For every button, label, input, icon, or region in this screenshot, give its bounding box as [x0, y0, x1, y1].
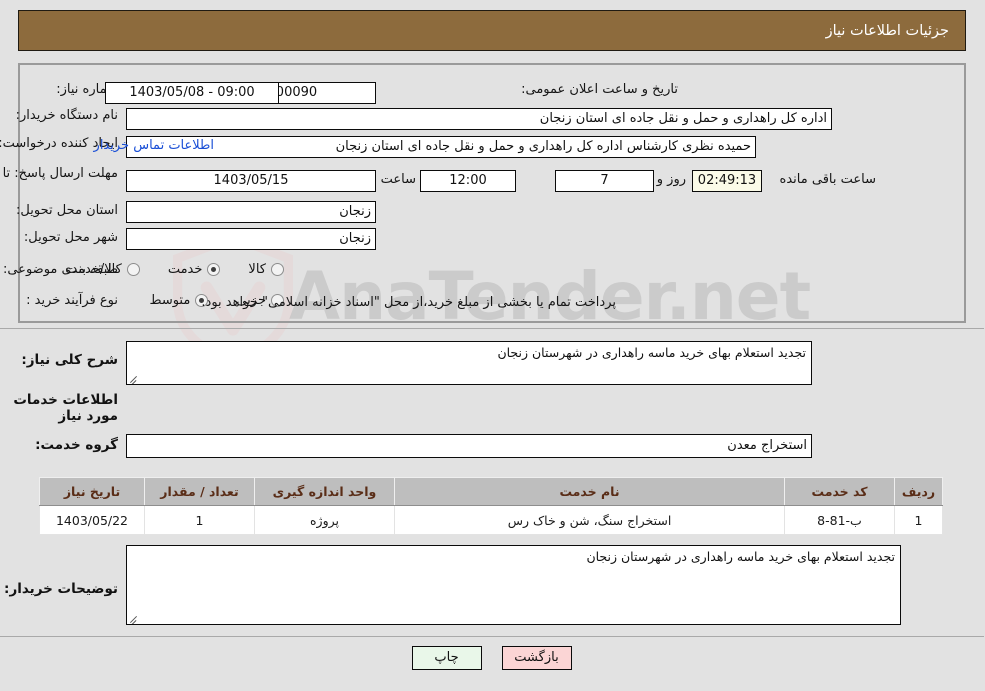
delivery-city-value: زنجان [127, 228, 377, 250]
cell-quantity: 1 [145, 505, 256, 535]
deadline-days-value: 7 [556, 170, 655, 192]
back-button[interactable]: بازگشت [502, 646, 573, 670]
table-row: 1 ب-81-8 استخراج سنگ، شن و خاک رس پروژه … [40, 505, 944, 535]
radio-indicator-kala[interactable] [272, 263, 285, 276]
section-divider-bottom [0, 636, 985, 637]
radio-option-kala[interactable]: کالا [249, 262, 285, 277]
radio-label-khedmat: خدمت [168, 262, 204, 277]
radio-option-khedmat[interactable]: خدمت [169, 262, 222, 277]
deadline-time-label: ساعت [381, 172, 417, 187]
items-table: ردیف کد خدمت نام خدمت واحد اندازه گیری ت… [40, 477, 944, 535]
radio-option-motavaset[interactable]: متوسط [150, 293, 210, 308]
col-header-service-name: نام خدمت [395, 477, 786, 506]
cell-unit: پروژه [255, 505, 396, 535]
announce-datetime-value: 09:00 - 1403/05/08 [106, 82, 280, 104]
request-creator-value: حمیده نظری کارشناس اداره کل راهداری و حم… [127, 136, 757, 158]
page-title: جزئیات اطلاعات نیاز [826, 22, 950, 39]
page-header-bar: جزئیات اطلاعات نیاز [19, 10, 967, 51]
service-group-value: استخراج معدن [127, 434, 813, 458]
radio-label-kala-khedmat: کالا/خدمت [66, 262, 123, 277]
section-divider-top [0, 328, 985, 329]
delivery-city-label-wrap: شهر محل تحویل: [25, 230, 119, 245]
cell-service-code: ب-81-8 [785, 505, 896, 535]
col-header-need-date: تاریخ نیاز [40, 477, 146, 506]
deadline-days-suffix: روز و [657, 172, 687, 187]
radio-indicator-kala-khedmat[interactable] [127, 263, 141, 276]
deadline-date-value: 1403/05/15 [127, 170, 377, 192]
col-header-unit: واحد اندازه گیری [255, 477, 396, 506]
col-header-service-code: کد خدمت [785, 477, 896, 506]
buyer-contact-link[interactable]: اطلاعات تماس خریدار [95, 138, 215, 153]
delivery-city-label: شهر محل تحویل: [24, 230, 119, 245]
col-header-row-number: ردیف [895, 477, 944, 506]
general-description-label: شرح کلی نیاز: [22, 352, 119, 368]
deadline-countdown-timer: 02:49:13 [693, 170, 763, 192]
announce-datetime-label-wrap: تاریخ و ساعت اعلان عمومی: [522, 82, 679, 97]
delivery-province-label: استان محل تحویل: [17, 203, 119, 218]
print-button[interactable]: چاپ [412, 646, 483, 670]
radio-option-kala-khedmat[interactable]: کالا/خدمت [66, 262, 141, 277]
buyer-org-label-wrap: نام دستگاه خریدار: [17, 108, 119, 123]
buyer-org-value: اداره کل راهداری و حمل و نقل جاده ای است… [127, 108, 833, 130]
cell-row-number: 1 [895, 505, 944, 535]
general-description-value: تجدید استعلام بهای خرید ماسه راهداری در … [498, 345, 807, 360]
radio-label-motavaset: متوسط [150, 293, 192, 308]
general-description-textarea[interactable]: تجدید استعلام بهای خرید ماسه راهداری در … [127, 341, 813, 385]
services-section-heading: اطلاعات خدمات مورد نیاز [14, 392, 119, 424]
radio-indicator-khedmat[interactable] [208, 263, 222, 276]
delivery-province-value: زنجان [127, 201, 377, 223]
deadline-countdown-suffix: ساعت باقی مانده [780, 172, 877, 187]
deadline-label-wrap: مهلت ارسال پاسخ: تا تاریخ: [0, 166, 119, 182]
cell-service-name: استخراج سنگ، شن و خاک رس [395, 505, 786, 535]
buyer-notes-value: تجدید استعلام بهای خرید ماسه راهداری در … [587, 549, 896, 564]
buyer-org-label: نام دستگاه خریدار: [16, 108, 119, 123]
col-header-quantity: تعداد / مقدار [145, 477, 256, 506]
buyer-notes-label: توضیحات خریدار: [5, 581, 119, 597]
purchase-process-label: نوع فرآیند خرید : [27, 293, 119, 308]
purchase-process-label-wrap: نوع فرآیند خرید : [27, 293, 119, 308]
items-table-wrapper: ردیف کد خدمت نام خدمت واحد اندازه گیری ت… [40, 477, 944, 535]
announce-datetime-label: تاریخ و ساعت اعلان عمومی: [522, 82, 679, 97]
purchase-process-note: پرداخت تمام یا بخشی از مبلغ خرید،از محل … [202, 295, 617, 310]
delivery-province-label-wrap: استان محل تحویل: [17, 203, 119, 218]
subject-category-radio-group[interactable]: کالا خدمت کالا/خدمت [38, 262, 285, 277]
resize-grip-icon[interactable] [130, 373, 140, 383]
cell-need-date: 1403/05/22 [40, 505, 146, 535]
service-group-label: گروه خدمت: [36, 437, 119, 453]
deadline-label: مهلت ارسال پاسخ: تا تاریخ: [0, 166, 119, 181]
buyer-notes-textarea[interactable]: تجدید استعلام بهای خرید ماسه راهداری در … [127, 545, 902, 625]
radio-label-kala: کالا [249, 262, 267, 277]
action-button-bar: بازگشت چاپ [0, 646, 985, 670]
items-table-header-row: ردیف کد خدمت نام خدمت واحد اندازه گیری ت… [40, 477, 944, 506]
resize-grip-icon-notes[interactable] [130, 613, 140, 623]
deadline-time-value: 12:00 [421, 170, 517, 192]
